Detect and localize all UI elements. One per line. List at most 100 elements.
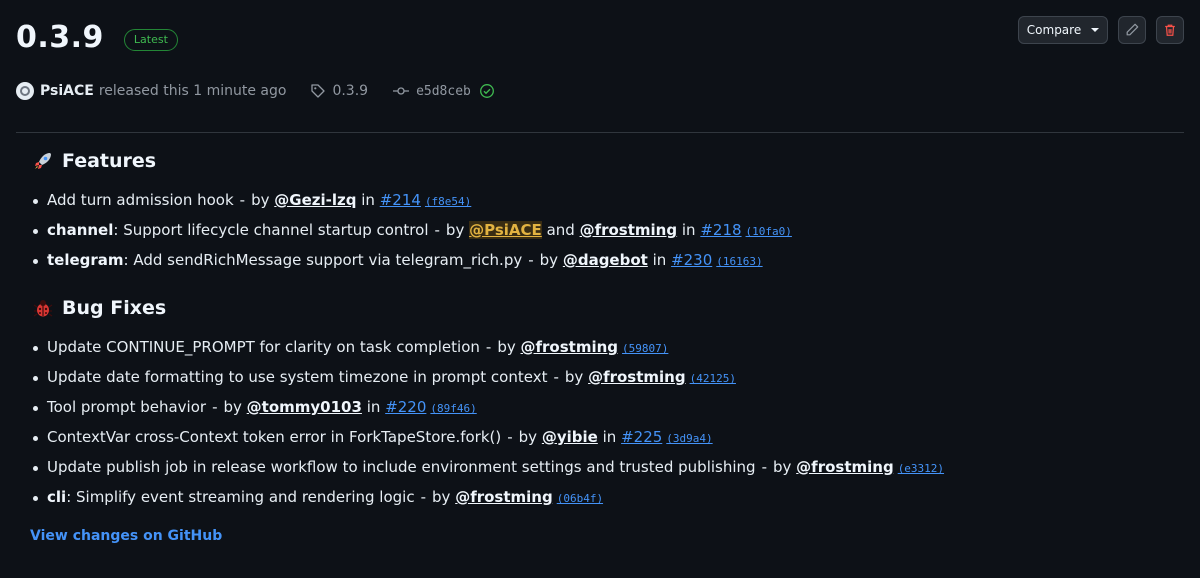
divider bbox=[16, 132, 1184, 133]
user-mention[interactable]: @frostming bbox=[796, 458, 894, 476]
edit-button[interactable] bbox=[1118, 16, 1146, 44]
by-text: by bbox=[251, 191, 270, 209]
bugfixes-list: Update CONTINUE_PROMPT for clarity on ta… bbox=[32, 333, 944, 513]
by-text: by bbox=[497, 338, 516, 356]
in-text: in bbox=[602, 428, 617, 446]
features-heading: Features bbox=[32, 150, 792, 172]
by-text: by bbox=[539, 251, 559, 269]
scope-keyword: telegram bbox=[47, 251, 124, 269]
caret-down-icon bbox=[1091, 28, 1100, 32]
bugfixes-title: Bug Fixes bbox=[62, 297, 167, 319]
user-mention[interactable]: @frostming bbox=[580, 221, 678, 239]
release-title: 0.3.9 bbox=[16, 20, 104, 55]
commit-link[interactable]: (89f46) bbox=[430, 402, 476, 415]
list-item: channel: Support lifecycle channel start… bbox=[32, 216, 792, 246]
and-text: and bbox=[546, 221, 575, 239]
user-mention[interactable]: @Gezi-lzq bbox=[274, 191, 356, 209]
user-mention[interactable]: @dagebot bbox=[563, 251, 648, 269]
separator: - bbox=[420, 488, 426, 506]
item-text: Update publish job in release workflow t… bbox=[47, 458, 756, 476]
commit-link[interactable]: (42125) bbox=[690, 372, 736, 385]
user-mention[interactable]: @frostming bbox=[455, 488, 553, 506]
by-text: by bbox=[223, 398, 242, 416]
separator: - bbox=[553, 368, 559, 386]
item-text: : Support lifecycle channel startup cont… bbox=[113, 221, 429, 239]
tag-icon bbox=[311, 84, 326, 98]
user-mention[interactable]: @yibie bbox=[542, 428, 598, 446]
item-text: ContextVar cross-Context token error in … bbox=[47, 428, 502, 446]
separator: - bbox=[212, 398, 218, 416]
commit-link[interactable]: (3d9a4) bbox=[666, 432, 712, 445]
list-item: Update publish job in release workflow t… bbox=[32, 453, 944, 483]
pr-link[interactable]: #218 bbox=[700, 221, 741, 239]
separator: - bbox=[507, 428, 513, 446]
release-meta: PsiACE released this 1 minute ago 0.3.9 … bbox=[16, 80, 495, 102]
list-item: Update date formatting to use system tim… bbox=[32, 363, 944, 393]
by-text: by bbox=[432, 488, 451, 506]
list-item: Tool prompt behavior - by @tommy0103 in #2… bbox=[32, 393, 944, 423]
features-section: Features Add turn admission hook - by @Gez… bbox=[32, 150, 792, 276]
commit-link[interactable]: (16163) bbox=[716, 255, 762, 268]
compare-button[interactable]: Compare bbox=[1018, 16, 1108, 44]
tag-label: 0.3.9 bbox=[332, 83, 369, 99]
list-item: cli: Simplify event streaming and render… bbox=[32, 483, 944, 513]
features-list: Add turn admission hook - by @Gezi-lzq in … bbox=[32, 186, 792, 276]
rocket-icon bbox=[35, 153, 51, 169]
trash-icon bbox=[1165, 24, 1175, 36]
in-text: in bbox=[652, 251, 667, 269]
latest-badge: Latest bbox=[123, 28, 178, 51]
user-mention-highlighted[interactable]: @PsiACE bbox=[469, 221, 542, 239]
separator: - bbox=[528, 251, 534, 269]
user-mention[interactable]: @frostming bbox=[521, 338, 619, 356]
item-text: Update date formatting to use system tim… bbox=[47, 368, 548, 386]
bugfixes-heading: Bug Fixes bbox=[32, 297, 944, 319]
pencil-icon bbox=[1126, 23, 1139, 36]
separator: - bbox=[761, 458, 767, 476]
separator: - bbox=[485, 338, 492, 356]
commit-link[interactable]: e5d8ceb bbox=[392, 83, 495, 99]
list-item: Update CONTINUE_PROMPT for clarity on ta… bbox=[32, 333, 944, 363]
commit-link[interactable]: (e3312) bbox=[898, 462, 944, 475]
scope-keyword: cli bbox=[47, 488, 67, 506]
commit-icon bbox=[393, 87, 410, 95]
in-text: in bbox=[366, 398, 381, 416]
pr-link[interactable]: #220 bbox=[385, 398, 426, 416]
delete-button[interactable] bbox=[1156, 16, 1184, 44]
pr-link[interactable]: #230 bbox=[671, 251, 712, 269]
separator: - bbox=[434, 221, 440, 239]
commit-link[interactable]: (f8e54) bbox=[425, 195, 471, 208]
item-text: : Simplify event streaming and rendering… bbox=[66, 488, 415, 506]
list-item: Add turn admission hook - by @Gezi-lzq in … bbox=[32, 186, 792, 216]
by-text: by bbox=[518, 428, 538, 446]
item-text: Add turn admission hook bbox=[47, 191, 234, 209]
features-title: Features bbox=[62, 150, 157, 172]
view-on-github-link[interactable]: View changes on GitHub bbox=[30, 528, 222, 544]
separator: - bbox=[239, 191, 246, 209]
commit-link[interactable]: (06b4f) bbox=[557, 492, 603, 505]
commit-sha: e5d8ceb bbox=[416, 83, 471, 99]
in-text: in bbox=[361, 191, 375, 209]
user-mention[interactable]: @tommy0103 bbox=[247, 398, 362, 416]
commit-link[interactable]: (59807) bbox=[622, 342, 668, 355]
user-mention[interactable]: @frostming bbox=[588, 368, 686, 386]
tag-link[interactable]: 0.3.9 bbox=[310, 83, 368, 99]
by-text: by bbox=[772, 458, 792, 476]
release-actions: Compare bbox=[1018, 16, 1184, 44]
in-text: in bbox=[681, 221, 696, 239]
release-header: 0.3.9 Latest bbox=[16, 20, 178, 55]
bugfixes-section: Bug Fixes Update CONTINUE_PROMPT for cla… bbox=[32, 297, 944, 513]
item-text: Tool prompt behavior bbox=[47, 398, 207, 416]
commit-link[interactable]: (10fa0) bbox=[746, 225, 792, 238]
released-text: released this 1 minute ago bbox=[98, 83, 287, 99]
item-text: Update CONTINUE_PROMPT for clarity on ta… bbox=[47, 338, 480, 356]
compare-label: Compare bbox=[1026, 23, 1082, 37]
avatar[interactable] bbox=[16, 82, 34, 100]
pr-link[interactable]: #214 bbox=[380, 191, 421, 209]
bug-icon bbox=[33, 300, 53, 317]
list-item: ContextVar cross-Context token error in … bbox=[32, 423, 944, 453]
verified-check-icon[interactable] bbox=[479, 83, 495, 99]
list-item: telegram: Add sendRichMessage support vi… bbox=[32, 246, 792, 276]
author-link[interactable]: PsiACE bbox=[40, 83, 94, 99]
by-text: by bbox=[445, 221, 465, 239]
pr-link[interactable]: #225 bbox=[621, 428, 662, 446]
